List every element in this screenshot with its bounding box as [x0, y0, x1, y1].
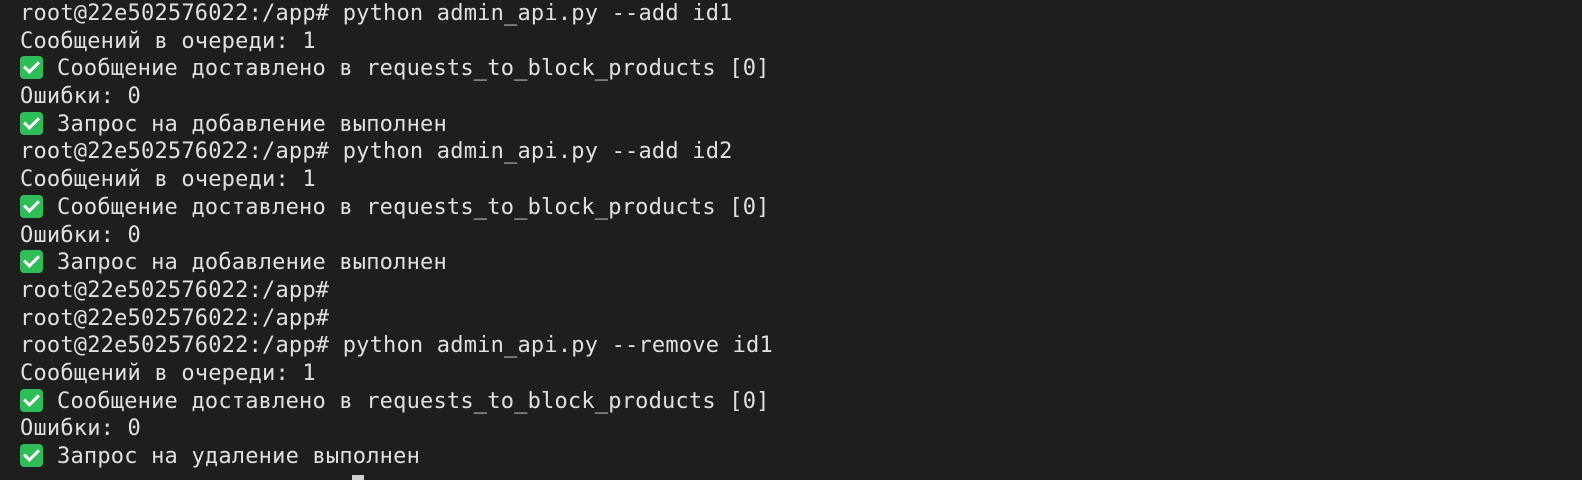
- command-line: root@22e502576022:/app# python admin_api…: [20, 332, 1582, 360]
- success-line: Запрос на удаление выполнен: [20, 443, 1582, 471]
- terminal-window[interactable]: root@22e502576022:/app# python admin_api…: [0, 0, 1582, 480]
- command: python admin_api.py --remove id1: [329, 333, 773, 359]
- success-text: Запрос на добавление выполнен: [57, 111, 447, 137]
- output-line: Сообщений в очереди: 1: [20, 28, 316, 54]
- check-mark-icon: [20, 388, 43, 412]
- success-line: Запрос на добавление выполнен: [20, 249, 1582, 277]
- success-line: Сообщение доставлено в requests_to_block…: [20, 388, 1582, 416]
- success-text: Сообщение доставлено в requests_to_block…: [57, 388, 770, 414]
- command-line: root@22e502576022:/app#: [20, 277, 1582, 305]
- command: python admin_api.py --add id1: [329, 1, 733, 26]
- check-mark-icon: [20, 444, 43, 467]
- success-text: Запрос на удаление выполнен: [57, 444, 421, 469]
- success-text: Запрос на добавление выполнен: [57, 250, 447, 276]
- success-line: Сообщение доставлено в requests_to_block…: [20, 194, 1582, 222]
- success-line: Запрос на добавление выполнен: [20, 111, 1582, 139]
- check-mark-icon: [20, 111, 43, 135]
- check-mark-icon: [20, 56, 43, 80]
- output-line: Ошибки: 0: [20, 84, 142, 110]
- output-line: Ошибки: 0: [20, 222, 142, 248]
- command-line: root@22e502576022:/app#: [20, 305, 1582, 333]
- command-line: root@22e502576022:/app# python admin_api…: [20, 0, 1582, 28]
- check-mark-icon: [20, 194, 43, 218]
- check-mark-icon: [20, 250, 43, 274]
- success-line: Сообщение доставлено в requests_to_block…: [20, 55, 1582, 83]
- text-cursor: [352, 475, 364, 480]
- prompt: root@22e502576022:/app#: [20, 139, 330, 165]
- success-text: Сообщение доставлено в requests_to_block…: [57, 194, 770, 220]
- command: python admin_api.py --add id2: [329, 139, 733, 165]
- success-text: Сообщение доставлено в requests_to_block…: [57, 56, 770, 82]
- prompt: root@22e502576022:/app#: [20, 333, 330, 359]
- command-line: root@22e502576022:/app# python admin_api…: [20, 138, 1582, 166]
- output-line: Ошибки: 0: [20, 416, 142, 442]
- prompt: root@22e502576022:/app#: [20, 305, 330, 331]
- prompt: root@22e502576022:/app#: [20, 277, 330, 303]
- output-line: Сообщений в очереди: 1: [20, 167, 316, 193]
- output-line: Сообщений в очереди: 1: [20, 360, 316, 386]
- prompt: root@22e502576022:/app#: [20, 1, 330, 26]
